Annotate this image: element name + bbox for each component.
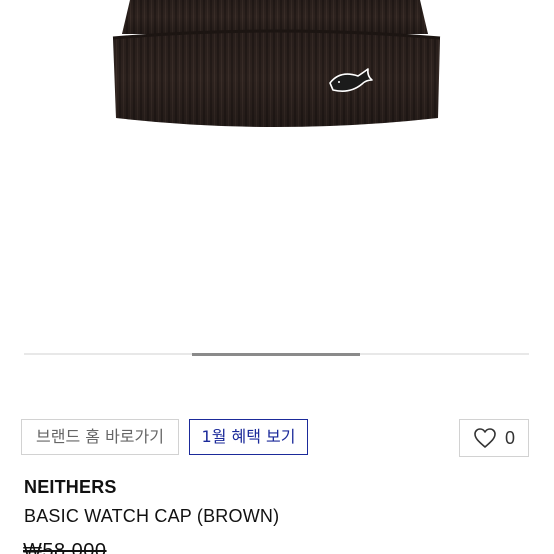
brand-name[interactable]: NEITHERS [24,477,117,498]
original-price: ₩58,000 [23,540,107,554]
carousel-scrollbar[interactable] [24,352,529,356]
product-action-row: 브랜드 홈 바로가기 1월 혜택 보기 0 [0,419,554,457]
product-detail-page: 브랜드 홈 바로가기 1월 혜택 보기 0 NEITHERS BASIC WAT… [0,0,554,554]
beanie-illustration [112,0,441,127]
like-count: 0 [504,427,515,448]
product-title: BASIC WATCH CAP (BROWN) [24,506,280,526]
carousel-scroll-thumb[interactable] [192,352,360,356]
brand-home-button[interactable]: 브랜드 홈 바로가기 [21,419,179,455]
monthly-benefit-button[interactable]: 1월 혜택 보기 [189,419,308,455]
like-button[interactable]: 0 [459,419,529,457]
heart-icon [474,428,496,448]
product-image[interactable] [0,0,554,340]
